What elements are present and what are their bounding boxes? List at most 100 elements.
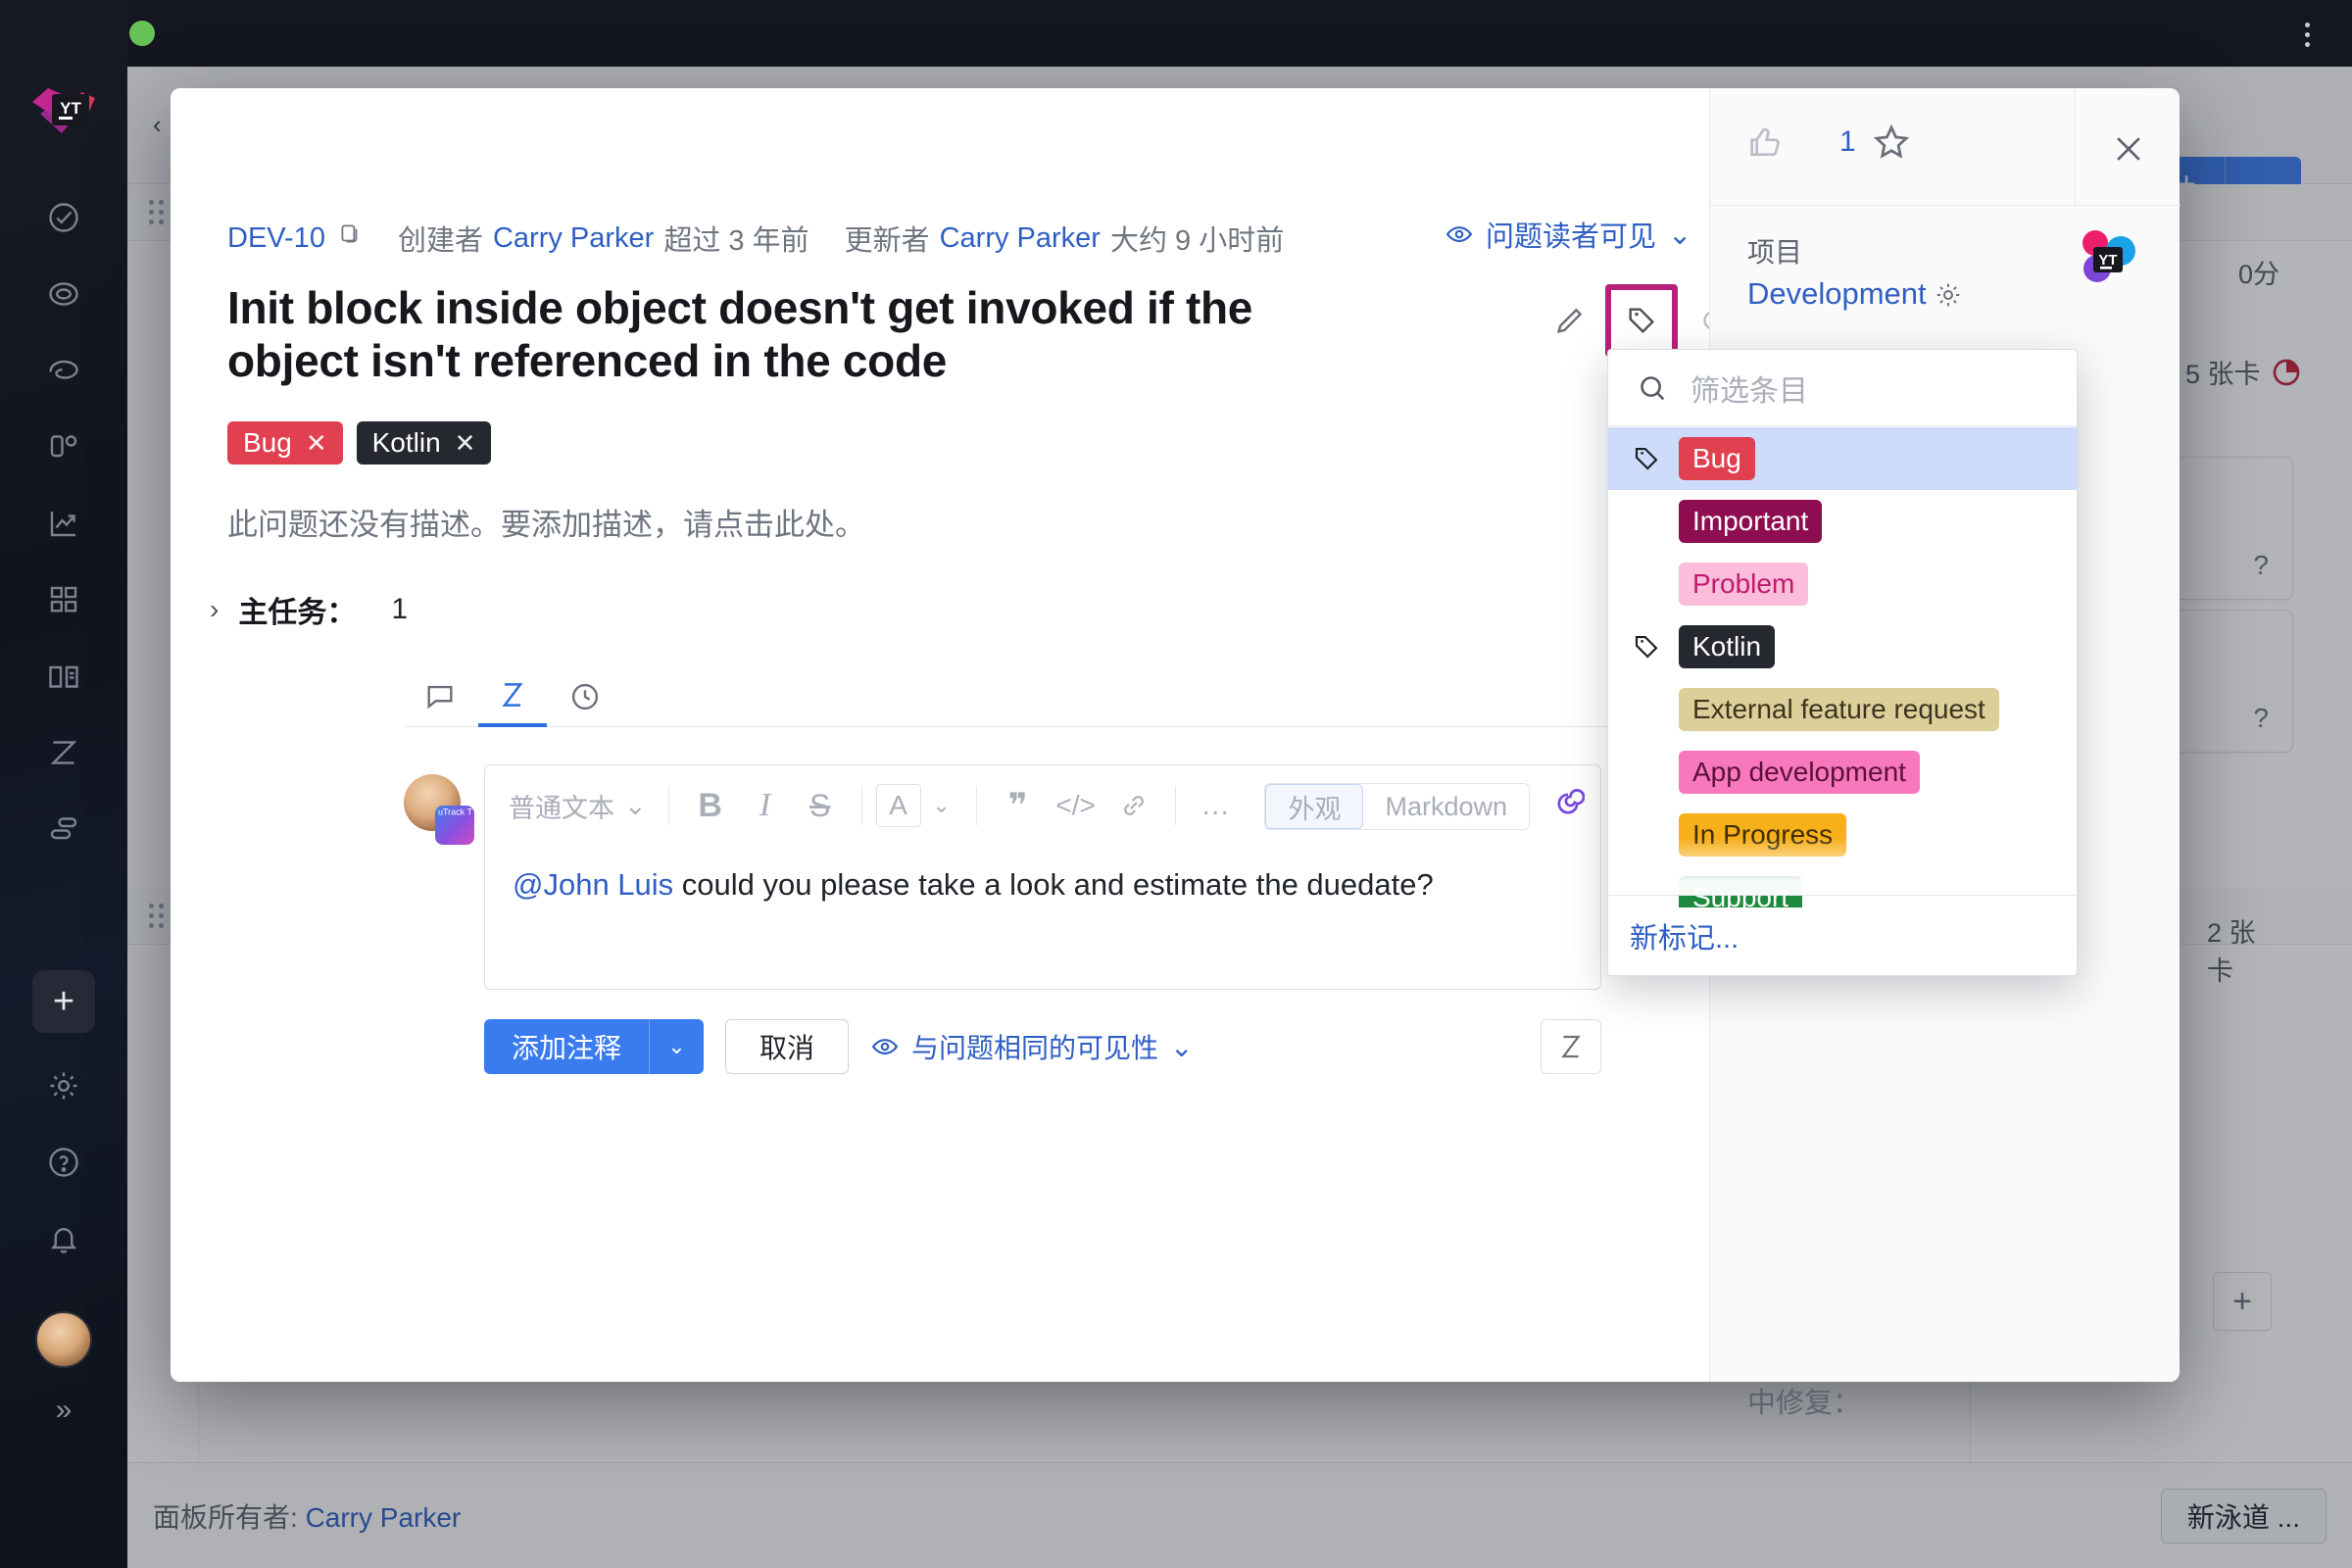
panel-owner-label: 面板所有者: [153,1502,306,1533]
issue-detail-modal: DEV-10 创建者 Carry Parker 超过 3 年前 更新者 Carr… [171,88,2180,1382]
comment-actions: 添加注释 ⌄ 取消 与问题相同的可见性 ⌄ [484,1019,1194,1074]
star-button[interactable] [1871,122,1912,168]
sidebar-item-boards[interactable] [32,416,95,478]
updated-by-label: 更新者 [845,218,930,259]
quote-button[interactable]: ❞ [991,782,1046,829]
chart-up-icon [46,506,81,541]
chevron-right-icon[interactable]: › [210,594,219,625]
tag-dropdown-footer[interactable]: 新标记... [1608,895,2077,975]
spiral-icon [1696,304,1709,337]
tab-comments[interactable] [406,666,474,727]
panel-owner-name[interactable]: Carry Parker [306,1502,462,1533]
avatar[interactable] [35,1311,92,1368]
comment-text[interactable]: @John Luis could you please take a look … [513,867,1577,903]
browser-menu-icon[interactable] [2287,14,2327,55]
issue-main-pane: DEV-10 创建者 Carry Parker 超过 3 年前 更新者 Carr… [171,88,1709,1382]
issue-tag-chip[interactable]: Kotlin ✕ [357,421,492,465]
tag-list-item[interactable]: Problem [1608,553,2077,615]
copy-icon[interactable] [337,221,363,255]
column-card-count: 5 张卡 [2185,353,2302,391]
ai-assist-button[interactable] [1686,293,1709,348]
project-settings-button[interactable] [1934,280,1963,315]
tag-list-item[interactable]: Kotlin [1608,615,2077,678]
comment-visibility-button[interactable]: 与问题相同的可见性 ⌄ [870,1027,1193,1066]
bold-button[interactable]: B [683,782,738,829]
close-icon[interactable]: ✕ [306,428,327,459]
sidebar-item-help[interactable] [32,1131,95,1194]
more-format-button[interactable]: … [1190,782,1245,829]
created-by-name[interactable]: Carry Parker [493,222,654,255]
sidebar-item-knowledge[interactable] [32,645,95,708]
strikethrough-button[interactable]: S [793,782,848,829]
tag-list-item[interactable]: Important [1608,490,2077,553]
tag-list-item[interactable]: Bug [1608,427,2077,490]
svg-text:YT: YT [60,99,81,118]
add-comment-caret[interactable]: ⌄ [649,1019,704,1074]
cancel-button[interactable]: 取消 [725,1019,849,1074]
star-icon [1871,122,1912,163]
sidebar-item-notifications[interactable] [32,1207,95,1270]
tab-time-tracking[interactable] [478,666,547,727]
swirl-icon [46,353,81,388]
issue-id[interactable]: DEV-10 [227,222,325,255]
mention-token[interactable]: @John Luis [513,867,673,902]
window-zoom-button[interactable] [129,21,155,46]
create-button[interactable]: + [32,970,95,1033]
sidebar-item-agile[interactable] [32,263,95,325]
subtask-section[interactable]: › 主任务： 1 [210,588,408,631]
sidebar-item-issues[interactable] [32,186,95,249]
close-modal-button[interactable] [2101,122,2156,176]
issue-description-placeholder[interactable]: 此问题还没有描述。要添加描述，请点击此处。 [227,500,865,544]
insert-link-button[interactable] [1106,782,1161,829]
text-color-button[interactable]: A [876,784,921,827]
star-count: 1 [1839,125,1856,159]
comment-editor[interactable]: 普通文本 ⌄ B I S A ⌄ ❞ </> [484,764,1601,990]
spiral-icon [1551,787,1585,820]
text-color-caret[interactable]: ⌄ [921,782,962,829]
column-card-count-label: 5 张卡 [2185,353,2261,391]
italic-button[interactable]: I [738,782,793,829]
tag-search-row[interactable]: 筛选条目 [1608,350,2077,426]
issue-visibility-button[interactable]: 问题读者可见 ⌄ [1445,214,1691,255]
like-button[interactable] [1745,123,1785,168]
issue-tag-chip[interactable]: Bug ✕ [227,421,343,465]
tag-list[interactable]: Bug Important Problem Kotlin [1608,427,2077,907]
new-swimlane-button[interactable]: 新泳道 ... [2161,1489,2327,1544]
updated-by-name[interactable]: Carry Parker [940,222,1101,255]
panel-owner: 面板所有者: Carry Parker [153,1496,461,1536]
sidebar-item-settings[interactable] [32,1054,95,1117]
tag-pill: Bug [1679,437,1755,480]
log-time-button[interactable] [1541,1019,1601,1074]
sidebar-item-reports[interactable] [32,492,95,555]
left-nav-rail: YT + [0,0,127,1568]
code-button[interactable]: </> [1046,782,1106,829]
close-icon [2109,129,2148,169]
tag-icon [1630,442,1663,475]
add-tag-button[interactable] [1605,284,1678,357]
sidebar-item-dashboard[interactable] [32,568,95,631]
search-icon [1636,371,1669,405]
sidebar-item-workflows[interactable] [32,798,95,860]
format-select[interactable]: 普通文本 ⌄ [501,787,655,825]
tag-icon [1630,630,1663,663]
ai-assist-icon[interactable] [1551,787,1585,825]
add-comment-button[interactable]: 添加注释 [484,1019,649,1074]
chevrons-right-icon[interactable]: » [56,1394,73,1427]
editor-mode-wysiwyg[interactable]: 外观 [1265,784,1363,829]
new-tag-button[interactable]: 新标记... [1630,915,1739,956]
close-icon[interactable]: ✕ [455,428,476,459]
sidebar-item-gantt[interactable] [32,339,95,402]
edit-issue-button[interactable] [1543,293,1597,348]
chevron-left-icon[interactable]: ‹ [153,110,162,140]
tag-search-input[interactable]: 筛选条目 [1690,367,1808,410]
tag-list-item[interactable]: External feature request [1608,678,2077,741]
sidebar-item-timesheet[interactable] [32,721,95,784]
youtrack-logo-icon[interactable]: YT [26,84,101,145]
add-card-button[interactable]: + [2213,1272,2272,1331]
tab-history[interactable] [551,666,619,727]
issue-tag-label: Bug [243,427,292,459]
tag-list-item[interactable]: App development [1608,741,2077,804]
project-field-value[interactable]: Development [1747,276,1927,312]
editor-mode-markdown[interactable]: Markdown [1363,784,1529,829]
subtask-count: 1 [391,593,408,626]
